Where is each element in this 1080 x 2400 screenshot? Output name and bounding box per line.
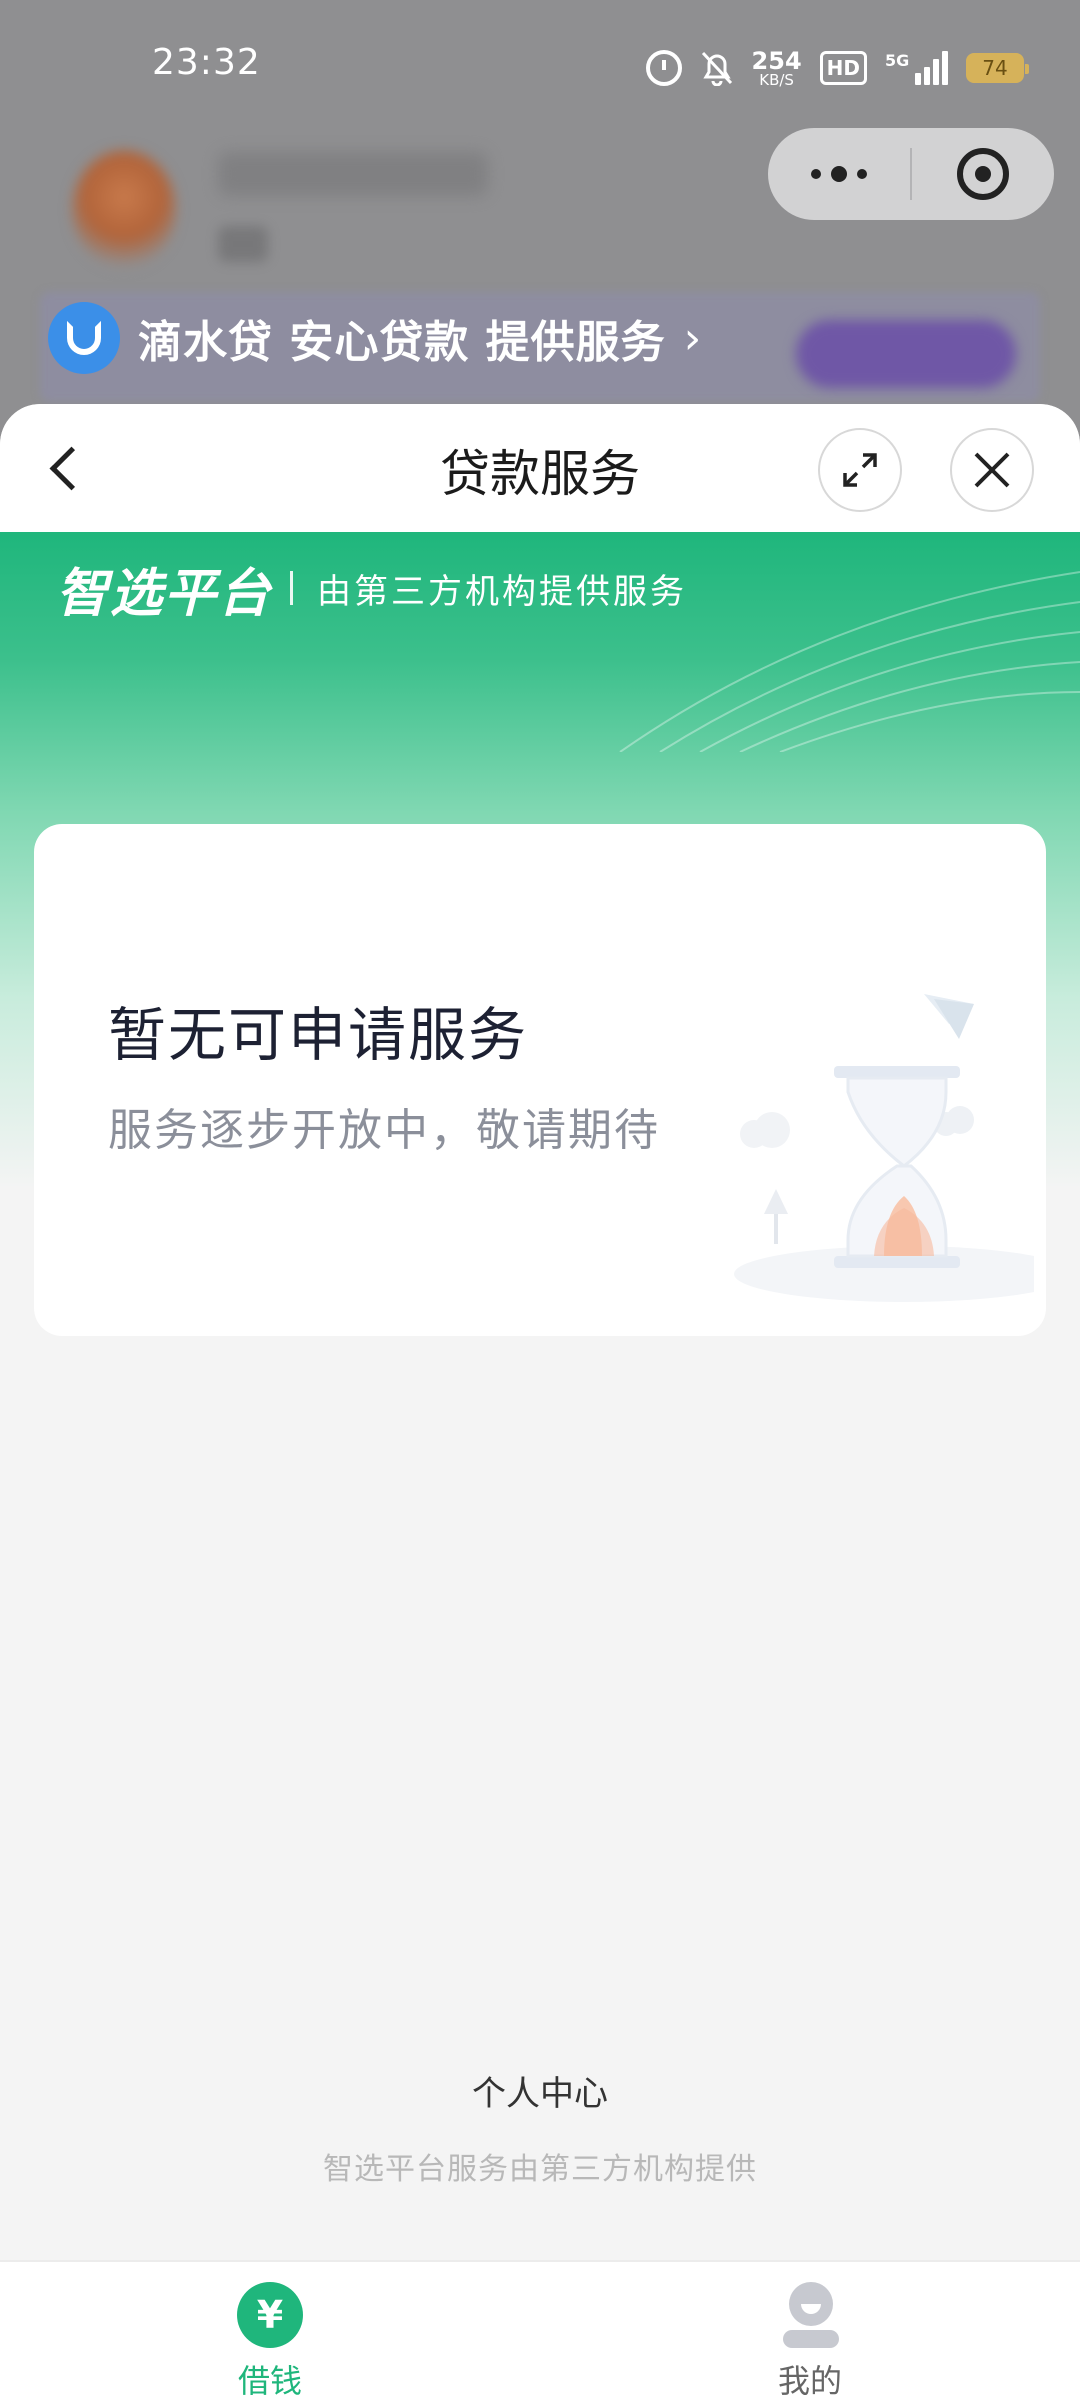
- alarm-icon: [645, 50, 682, 86]
- blurred-username: [218, 152, 488, 196]
- capsule-close-button[interactable]: [912, 128, 1054, 220]
- empty-state-description: 服务逐步开放中，敬请期待: [108, 1105, 660, 1156]
- provider-logo-icon: [48, 302, 120, 374]
- tab-mine-label: 我的: [777, 2362, 842, 2400]
- chevron-right-icon: ›: [683, 312, 702, 364]
- tab-borrow[interactable]: ¥ 借钱: [0, 2262, 540, 2400]
- target-close-icon: [957, 148, 1009, 200]
- brand-separator: [290, 571, 294, 605]
- disclaimer: 智选平台服务由第三方机构提供: [323, 2152, 757, 2187]
- more-icon[interactable]: [768, 128, 910, 220]
- brand-title: 智选平台: [56, 563, 273, 624]
- net-speed-unit: KB/S: [759, 70, 794, 89]
- signal-icon: 5G: [885, 51, 948, 85]
- yen-icon: ¥: [237, 2282, 303, 2348]
- brand-row: 智选平台 由第三方机构提供服务: [56, 554, 688, 624]
- personal-center-link[interactable]: 个人中心: [0, 2066, 1080, 2115]
- blurred-avatar: [72, 150, 176, 268]
- hero-background: 智选平台 由第三方机构提供服务 暂无可申请服务 服务逐步开放中，敬请期待: [0, 532, 1080, 1592]
- net-speed: 254 KB/S: [752, 49, 802, 88]
- provider-text: 滴水贷 安心贷款 提供服务: [138, 317, 666, 368]
- close-icon[interactable]: [950, 428, 1034, 512]
- user-icon: [777, 2282, 843, 2348]
- loan-service-sheet: 智选平台 由第三方机构提供服务 暂无可申请服务 服务逐步开放中，敬请期待 贷款服…: [0, 404, 1080, 2400]
- page-title: 贷款服务: [440, 445, 640, 503]
- hourglass-illustration: [734, 994, 1034, 1302]
- status-time: 23:32: [152, 42, 261, 83]
- tab-mine[interactable]: 我的: [540, 2262, 1080, 2400]
- provider-row[interactable]: 滴水贷 安心贷款 提供服务 ›: [48, 302, 701, 374]
- expand-icon[interactable]: [818, 428, 902, 512]
- brand-subtitle: 由第三方机构提供服务: [317, 571, 688, 612]
- tab-bar: ¥ 借钱 我的: [0, 2260, 1080, 2400]
- status-icons: 254 KB/S HD 5G 74: [645, 46, 1029, 90]
- empty-state-title: 暂无可申请服务: [108, 1001, 529, 1069]
- status-bar: 23:32 254 KB/S HD 5G 74: [0, 0, 1080, 136]
- battery-level: 74: [982, 56, 1008, 80]
- hd-icon: HD: [819, 51, 867, 85]
- miniprogram-capsule: [768, 128, 1054, 220]
- sheet-header: 贷款服务: [0, 404, 1080, 532]
- blurred-subtext: [218, 226, 268, 262]
- blurred-button: [796, 320, 1016, 388]
- empty-state-card: 暂无可申请服务 服务逐步开放中，敬请期待: [34, 824, 1046, 1336]
- tab-borrow-label: 借钱: [237, 2362, 302, 2400]
- bell-muted-icon: [700, 50, 734, 86]
- net-speed-value: 254: [751, 46, 802, 75]
- network-type: 5G: [885, 51, 910, 70]
- battery-icon: 74: [966, 53, 1029, 83]
